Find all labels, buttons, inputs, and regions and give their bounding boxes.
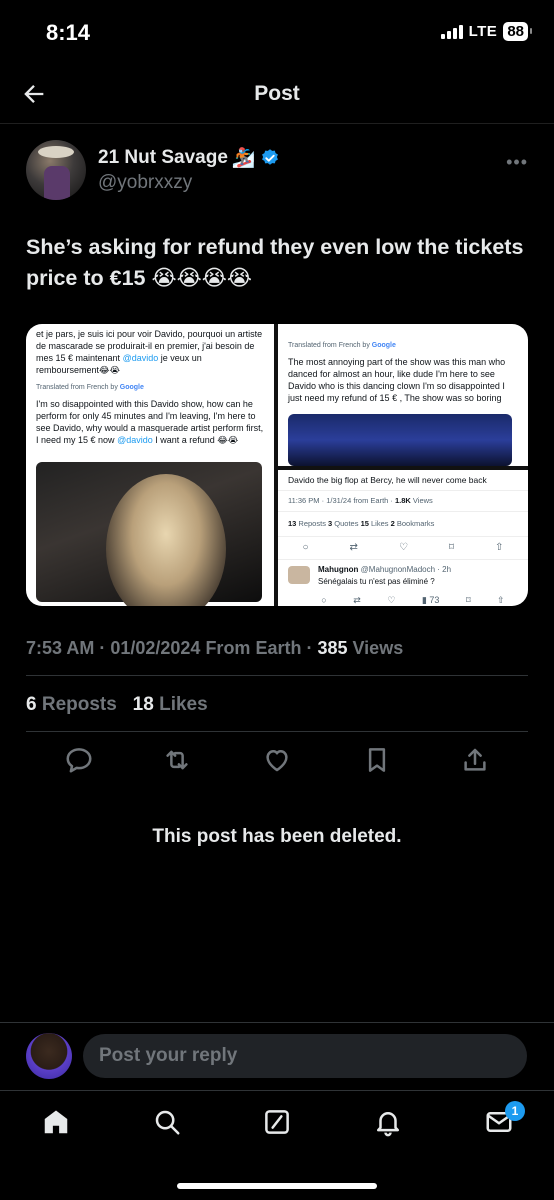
post-actions — [26, 745, 528, 777]
author-emoji: 🏂 — [231, 148, 256, 169]
quoted-actions: ○ ⇄ ♡ ⌑ ⇧ — [278, 537, 528, 560]
concert-thumbnail — [288, 414, 512, 466]
translated-label: Translated from French by Google — [288, 342, 396, 349]
media-screenshot-right-top: Translated from French by Google The mos… — [278, 324, 528, 466]
author-name: 21 Nut Savage — [98, 147, 228, 168]
quoted-reply-actions: ○ ⇄ ♡ ▮ 73 ⌑ ⇧ — [321, 595, 505, 605]
quoted-stats: 13 Reposts 3 Quotes 15 Likes 2 Bookmarks — [278, 512, 528, 537]
messages-badge: 1 — [505, 1101, 525, 1121]
media-screenshot-right-bottom: Davido the big flop at Bercy, he will ne… — [278, 470, 528, 606]
divider — [26, 731, 528, 732]
repost-icon[interactable] — [162, 745, 192, 775]
likes-stat[interactable]: 18 Likes — [133, 694, 208, 715]
home-indicator[interactable] — [177, 1183, 377, 1189]
like-icon[interactable] — [262, 745, 292, 775]
search-icon[interactable] — [152, 1107, 182, 1137]
post-media[interactable]: et je pars, je suis ici pour voir Davido… — [26, 324, 528, 606]
battery-icon: 88 — [503, 22, 532, 41]
quoted-text: Davido the big flop at Bercy, he will ne… — [278, 470, 528, 491]
author-avatar[interactable] — [26, 140, 86, 200]
french-text: et je pars, je suis ici pour voir Davido… — [36, 329, 263, 375]
post-stats: 6 Reposts 18 Likes — [26, 694, 208, 716]
share-icon[interactable] — [460, 745, 490, 775]
more-icon[interactable]: ••• — [506, 152, 528, 173]
reply-icon: ○ — [302, 542, 309, 553]
verified-badge-icon — [261, 149, 278, 165]
bookmark-icon: ⌑ — [448, 542, 455, 553]
reply-avatar — [288, 566, 310, 584]
deleted-notice: This post has been deleted. — [152, 826, 402, 847]
bookmark-icon[interactable] — [362, 745, 392, 775]
status-bar: 8:14 LTE 88 — [0, 0, 554, 66]
share-icon: ⇧ — [495, 542, 504, 553]
home-icon[interactable] — [41, 1107, 71, 1137]
video-thumbnail — [36, 462, 262, 606]
post-text: She’s asking for refund they even low th… — [26, 235, 524, 290]
status-time: 8:14 — [46, 20, 91, 45]
reposts-stat[interactable]: 6 Reposts — [26, 694, 117, 715]
top-nav: Post — [0, 66, 554, 124]
network-label: LTE — [468, 23, 498, 40]
signal-icon — [440, 24, 463, 39]
quoted-meta: 11:36 PM · 1/31/24 from Earth · 1.8K Vie… — [278, 491, 528, 512]
post-author: 21 Nut Savage 🏂 @yobrxxzy ••• — [26, 140, 536, 204]
english-text: The most annoying part of the show was t… — [288, 357, 506, 403]
english-text: I'm so disappointed with this Davido sho… — [36, 399, 264, 445]
my-avatar[interactable] — [26, 1033, 72, 1079]
notifications-icon[interactable] — [373, 1107, 403, 1137]
page-title: Post — [254, 82, 300, 105]
author-name-row[interactable]: 21 Nut Savage 🏂 — [98, 146, 280, 170]
like-icon: ♡ — [398, 542, 408, 553]
media-screenshot-left: et je pars, je suis ici pour voir Davido… — [26, 324, 274, 606]
grok-icon[interactable] — [262, 1107, 292, 1137]
quoted-reply: Mahugnon @MahugnonMadoch · 2h Sénégalais… — [278, 560, 528, 592]
views-count: 385 — [317, 638, 348, 658]
author-handle[interactable]: @yobrxxzy — [98, 172, 192, 194]
reply-icon[interactable] — [64, 745, 94, 775]
divider — [26, 675, 528, 676]
repost-icon: ⇄ — [349, 542, 358, 553]
post-timestamp: 7:53 AM · 01/02/2024 From Earth · 385 Vi… — [26, 638, 404, 658]
reply-bar — [0, 1022, 554, 1090]
translated-label: Translated from French by Google — [36, 384, 144, 391]
reply-input[interactable] — [83, 1034, 527, 1078]
